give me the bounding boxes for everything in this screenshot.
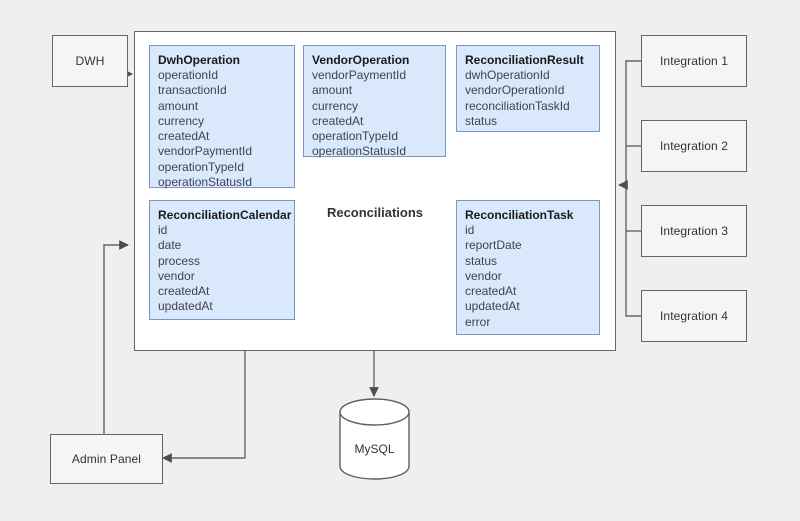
entity-field: operationId xyxy=(158,68,219,82)
entity-field: vendorOperationId xyxy=(465,83,565,98)
entity-title: VendorOperation xyxy=(312,53,410,67)
entity-field: dwhOperationId xyxy=(465,68,550,82)
node-integration-2-label: Integration 2 xyxy=(659,139,728,153)
entity-field: vendorPaymentId xyxy=(312,68,407,82)
entity-title: ReconciliationResult xyxy=(465,53,584,67)
entity-field: operationStatusId xyxy=(312,144,407,159)
entity-title: ReconciliationCalendar xyxy=(158,208,292,222)
entity-field: error xyxy=(465,314,491,329)
entity-field: vendorPaymentId xyxy=(158,144,253,159)
entity-field: vendor xyxy=(465,268,502,283)
entity-reconciliation-task: ReconciliationTask id reportDate status … xyxy=(456,200,600,335)
entity-field: createdAt xyxy=(158,284,210,299)
entity-field: createdAt xyxy=(465,284,517,299)
node-integration-3[interactable]: Integration 3 xyxy=(641,205,747,257)
node-integration-4[interactable]: Integration 4 xyxy=(641,290,747,342)
entity-field: process xyxy=(158,253,201,268)
entity-dwh-operation: DwhOperation operationId transactionId a… xyxy=(149,45,295,190)
entity-field: updatedAt xyxy=(465,299,520,314)
node-dwh-label: DWH xyxy=(75,54,105,68)
edge-admin-panel-to-container xyxy=(103,240,129,434)
entity-field: currency xyxy=(312,98,359,113)
entity-field: status xyxy=(465,113,498,128)
entity-field: createdAt xyxy=(312,113,364,128)
entity-field: date xyxy=(158,238,182,253)
entity-field: vendor xyxy=(158,268,195,283)
entity-field: operationStatusId xyxy=(158,175,253,190)
entity-title: DwhOperation xyxy=(158,53,241,67)
entity-field: id xyxy=(158,223,168,237)
node-admin-panel-label: Admin Panel xyxy=(71,452,142,466)
node-admin-panel[interactable]: Admin Panel xyxy=(50,434,163,484)
entity-vendor-operation: VendorOperation vendorPaymentId amount c… xyxy=(303,45,446,159)
entity-field: updatedAt xyxy=(158,299,213,314)
diagram-canvas: Reconciliations DwhOperation operationId… xyxy=(0,0,800,521)
database-cylinder-icon xyxy=(339,398,410,480)
entity-field: currency xyxy=(158,113,205,128)
entity-field: operationTypeId xyxy=(158,159,245,174)
node-integration-2[interactable]: Integration 2 xyxy=(641,120,747,172)
entity-field: amount xyxy=(312,83,353,98)
entity-field: transactionId xyxy=(158,83,227,98)
edge-integration-1-stub xyxy=(625,60,641,185)
edge-container-to-admin-panel xyxy=(162,351,246,463)
entity-field: operationTypeId xyxy=(312,129,399,144)
entity-field: amount xyxy=(158,98,199,113)
entity-field: reportDate xyxy=(465,238,522,253)
node-integration-1-label: Integration 1 xyxy=(659,54,728,68)
edge-integration-4-stub xyxy=(625,185,641,317)
entity-reconciliation-result: ReconciliationResult dwhOperationId vend… xyxy=(456,45,600,132)
entity-field: reconciliationTaskId xyxy=(465,98,570,113)
entity-title: ReconciliationTask xyxy=(465,208,574,222)
entity-field: createdAt xyxy=(158,129,210,144)
node-dwh[interactable]: DWH xyxy=(52,35,128,87)
node-mysql-database[interactable]: MySQL xyxy=(339,398,410,480)
node-integration-3-label: Integration 3 xyxy=(659,224,728,238)
node-mysql-label: MySQL xyxy=(354,442,395,456)
node-integration-1[interactable]: Integration 1 xyxy=(641,35,747,87)
entity-reconciliation-calendar: ReconciliationCalendar id date process v… xyxy=(149,200,295,320)
entity-field: status xyxy=(465,253,498,268)
node-integration-4-label: Integration 4 xyxy=(659,309,728,323)
entity-field: id xyxy=(465,223,475,237)
